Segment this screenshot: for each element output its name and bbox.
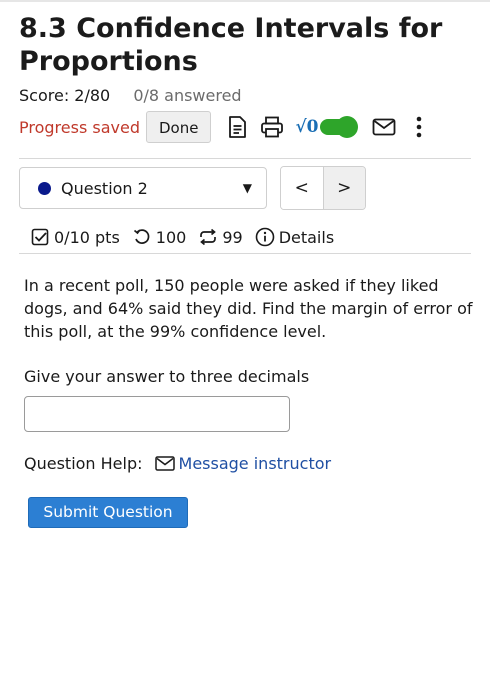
- caret-down-icon: ▼: [242, 181, 252, 195]
- toggle-knob: [336, 116, 359, 138]
- print-icon[interactable]: [260, 115, 284, 139]
- points-text: 0/10 pts: [54, 227, 120, 247]
- message-instructor-text: Message instructor: [178, 453, 332, 473]
- answered-count: 0/8 answered: [133, 86, 242, 105]
- progress-toolbar: Progress saved Done √0: [19, 110, 442, 144]
- question-help: Question Help: Message instructor: [24, 451, 331, 475]
- document-icon[interactable]: [225, 115, 249, 139]
- message-instructor-link[interactable]: Message instructor: [154, 453, 332, 473]
- answer-instruction: Give your answer to three decimals: [24, 367, 310, 386]
- more-options-icon[interactable]: [407, 115, 431, 139]
- question-help-label: Question Help:: [24, 453, 143, 473]
- top-border: [0, 0, 490, 2]
- score-text: Score: 2/80: [19, 86, 111, 105]
- done-button[interactable]: Done: [145, 111, 212, 143]
- submit-question-button[interactable]: Submit Question: [28, 497, 188, 528]
- next-question-button[interactable]: >: [323, 167, 365, 209]
- progress-saved-status: Progress saved: [19, 117, 140, 137]
- versions-remaining: 99: [222, 227, 243, 247]
- question-select[interactable]: Question 2 ▼: [19, 167, 267, 209]
- details-link[interactable]: Details: [279, 228, 334, 247]
- divider: [19, 158, 471, 159]
- math-toggle-switch[interactable]: [320, 116, 359, 138]
- question-select-label: Question 2: [61, 178, 148, 198]
- envelope-icon: [154, 453, 175, 473]
- page-title: 8.3 Confidence Intervals for Proportions: [19, 13, 443, 77]
- question-nav-buttons: < >: [280, 166, 366, 210]
- question-text: In a recent poll, 150 people were asked …: [24, 276, 473, 341]
- question-status-dot: [38, 181, 51, 195]
- score-line: Score: 2/80 0/8 answered: [19, 86, 242, 105]
- math-input-icon[interactable]: √0: [295, 117, 318, 137]
- previous-question-button[interactable]: <: [281, 167, 324, 209]
- checkbox-check-icon: [30, 227, 50, 247]
- mail-icon[interactable]: [372, 115, 396, 139]
- answer-input[interactable]: [24, 396, 290, 432]
- divider: [19, 253, 471, 254]
- info-icon[interactable]: [255, 227, 275, 247]
- attempts-remaining: 100: [155, 227, 187, 247]
- undo-icon: [132, 227, 152, 247]
- repeat-icon: [198, 227, 218, 247]
- question-stats: 0/10 pts 100 99 Details: [30, 224, 346, 250]
